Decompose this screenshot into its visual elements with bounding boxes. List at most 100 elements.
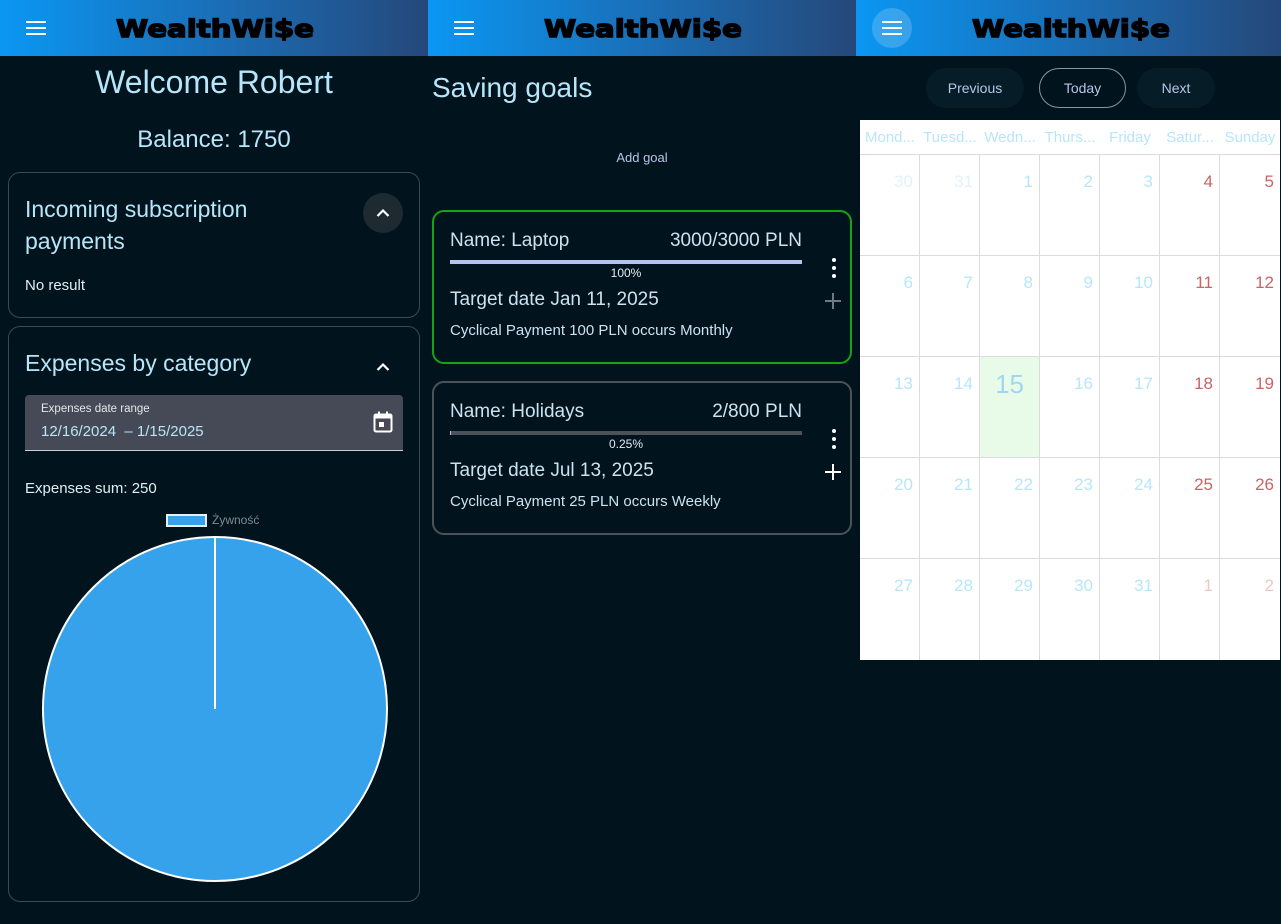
calendar-day-cell[interactable]: 2	[1040, 155, 1100, 256]
calendar-day-number: 24	[1134, 475, 1153, 494]
expenses-date-range-input[interactable]: Expenses date range 12/16/2024 – 1/15/20…	[25, 395, 403, 451]
calendar-day-number: 31	[954, 172, 973, 191]
plus-icon[interactable]	[824, 292, 842, 310]
calendar-day-cell[interactable]: 1	[1160, 559, 1220, 660]
calendar-day-number: 5	[1264, 172, 1274, 191]
calendar-day-cell[interactable]: 21	[920, 458, 980, 559]
subscriptions-card: Incoming subscription payments No result	[8, 172, 420, 318]
goal-target-date: Target date Jul 13, 2025	[450, 460, 654, 481]
calendar-day-cell[interactable]: 10	[1100, 256, 1160, 357]
calendar-day-cell[interactable]: 16	[1040, 357, 1100, 458]
calendar-day-cell[interactable]: 2	[1220, 559, 1280, 660]
calendar-day-cell[interactable]: 18	[1160, 357, 1220, 458]
calendar-day-number: 10	[1134, 273, 1153, 292]
balance-text: Balance: 1750	[137, 126, 291, 153]
date-range-value: 12/16/2024 – 1/15/2025	[41, 423, 204, 440]
calendar-day-cell[interactable]: 31	[1100, 559, 1160, 660]
calendar-day-cell[interactable]: 11	[1160, 256, 1220, 357]
calendar-day-cell[interactable]: 26	[1220, 458, 1280, 559]
expenses-sum: Expenses sum: 250	[25, 480, 157, 497]
calendar-day-cell[interactable]: 30	[860, 155, 920, 256]
calendar-day-cell[interactable]: 6	[860, 256, 920, 357]
calendar-day-cell[interactable]: 1	[980, 155, 1040, 256]
goals-panel: WealthWi$e Saving goals Add goal Name: L…	[428, 0, 856, 924]
collapse-button[interactable]	[363, 347, 403, 387]
dashboard-panel: WealthWi$e Welcome Robert Balance: 1750 …	[0, 0, 428, 924]
goal-percent: 100%	[610, 266, 642, 280]
calendar-day-number: 13	[894, 374, 913, 393]
calendar-icon[interactable]	[373, 411, 393, 433]
collapse-button[interactable]	[363, 193, 403, 233]
brand-logo-text: WealthWi$e	[116, 15, 314, 43]
menu-button[interactable]	[872, 8, 912, 48]
calendar-day-cell[interactable]: 7	[920, 256, 980, 357]
plus-icon[interactable]	[824, 463, 842, 481]
calendar-day-cell[interactable]: 29	[980, 559, 1040, 660]
today-button[interactable]: Today	[1039, 68, 1126, 108]
calendar-day-cell[interactable]: 30	[1040, 559, 1100, 660]
welcome-heading: Welcome Robert	[95, 64, 333, 100]
goal-target-date: Target date Jan 11, 2025	[450, 289, 659, 310]
calendar-day-number: 7	[963, 273, 973, 292]
calendar-day-cell[interactable]: 13	[860, 357, 920, 458]
calendar-day-cell[interactable]: 19	[1220, 357, 1280, 458]
add-goal-button[interactable]: Add goal	[428, 150, 856, 165]
weekday-label: Wedn...	[984, 129, 1036, 146]
more-options-icon[interactable]	[830, 258, 838, 278]
weekday-label: Thurs...	[1044, 129, 1096, 146]
chevron-up-icon	[376, 208, 390, 217]
menu-button[interactable]	[16, 8, 56, 48]
chevron-up-icon	[376, 362, 390, 371]
goal-progress-bar	[450, 431, 802, 435]
calendar-day-number: 1	[1023, 172, 1033, 191]
menu-button[interactable]	[444, 8, 484, 48]
calendar-day-number: 3	[1143, 172, 1153, 191]
calendar-day-number: 19	[1255, 374, 1274, 393]
calendar-day-cell[interactable]: 20	[860, 458, 920, 559]
chart-legend[interactable]: Żywność	[166, 512, 259, 528]
calendar-day-number: 8	[1023, 273, 1033, 292]
subscriptions-title: Incoming subscription payments	[25, 196, 248, 254]
calendar-grid: 30 31 1 2 3 4 5 6 7 8 9 10 11 12 13 14 15 16 17 18 19 20 21 22 2…	[860, 155, 1280, 660]
goal-progress-fill	[450, 260, 802, 264]
calendar-day-number: 20	[894, 475, 913, 494]
month-calendar: Mond... Tuesd... Wedn... Thurs... Friday Satu…	[860, 120, 1280, 660]
goal-cyclical-payment: Cyclical Payment 25 PLN occurs Weekly	[450, 493, 721, 510]
goal-amount: 2/800 PLN	[712, 401, 802, 422]
calendar-day-cell[interactable]: 22	[980, 458, 1040, 559]
calendar-day-cell[interactable]: 25	[1160, 458, 1220, 559]
weekday-label: Satur...	[1166, 129, 1214, 146]
calendar-day-cell[interactable]: 3	[1100, 155, 1160, 256]
calendar-day-number: 30	[1074, 576, 1093, 595]
calendar-day-cell[interactable]: 8	[980, 256, 1040, 357]
goal-percent: 0.25%	[608, 437, 644, 451]
calendar-day-cell[interactable]: 14	[920, 357, 980, 458]
calendar-day-cell[interactable]: 23	[1040, 458, 1100, 559]
calendar-day-cell[interactable]: 9	[1040, 256, 1100, 357]
calendar-day-cell[interactable]: 28	[920, 559, 980, 660]
calendar-day-cell[interactable]: 4	[1160, 155, 1220, 256]
weekday-header: Mond... Tuesd... Wedn... Thurs... Friday Satu…	[860, 120, 1280, 155]
brand-logo: WealthWi$e	[543, 13, 744, 43]
calendar-day-number: 17	[1134, 374, 1153, 393]
calendar-day-number: 16	[1074, 374, 1093, 393]
page-title: Saving goals	[432, 72, 593, 103]
hamburger-icon	[454, 21, 474, 35]
calendar-day-cell[interactable]: 17	[1100, 357, 1160, 458]
more-options-icon[interactable]	[830, 429, 838, 449]
calendar-day-cell[interactable]: 31	[920, 155, 980, 256]
calendar-day-cell[interactable]: 24	[1100, 458, 1160, 559]
goal-progress-fill	[450, 431, 452, 435]
hamburger-icon	[26, 21, 46, 35]
calendar-day-number: 29	[1014, 576, 1033, 595]
calendar-day-number: 18	[1194, 374, 1213, 393]
calendar-day-cell[interactable]: 12	[1220, 256, 1280, 357]
calendar-day-cell[interactable]: 15	[980, 357, 1040, 458]
goal-progress-bar	[450, 260, 802, 264]
calendar-day-number: 21	[954, 475, 973, 494]
previous-button[interactable]: Previous	[926, 68, 1024, 108]
goal-name: Name: Laptop	[450, 230, 570, 251]
calendar-day-cell[interactable]: 27	[860, 559, 920, 660]
calendar-day-cell[interactable]: 5	[1220, 155, 1280, 256]
next-button[interactable]: Next	[1137, 68, 1215, 108]
